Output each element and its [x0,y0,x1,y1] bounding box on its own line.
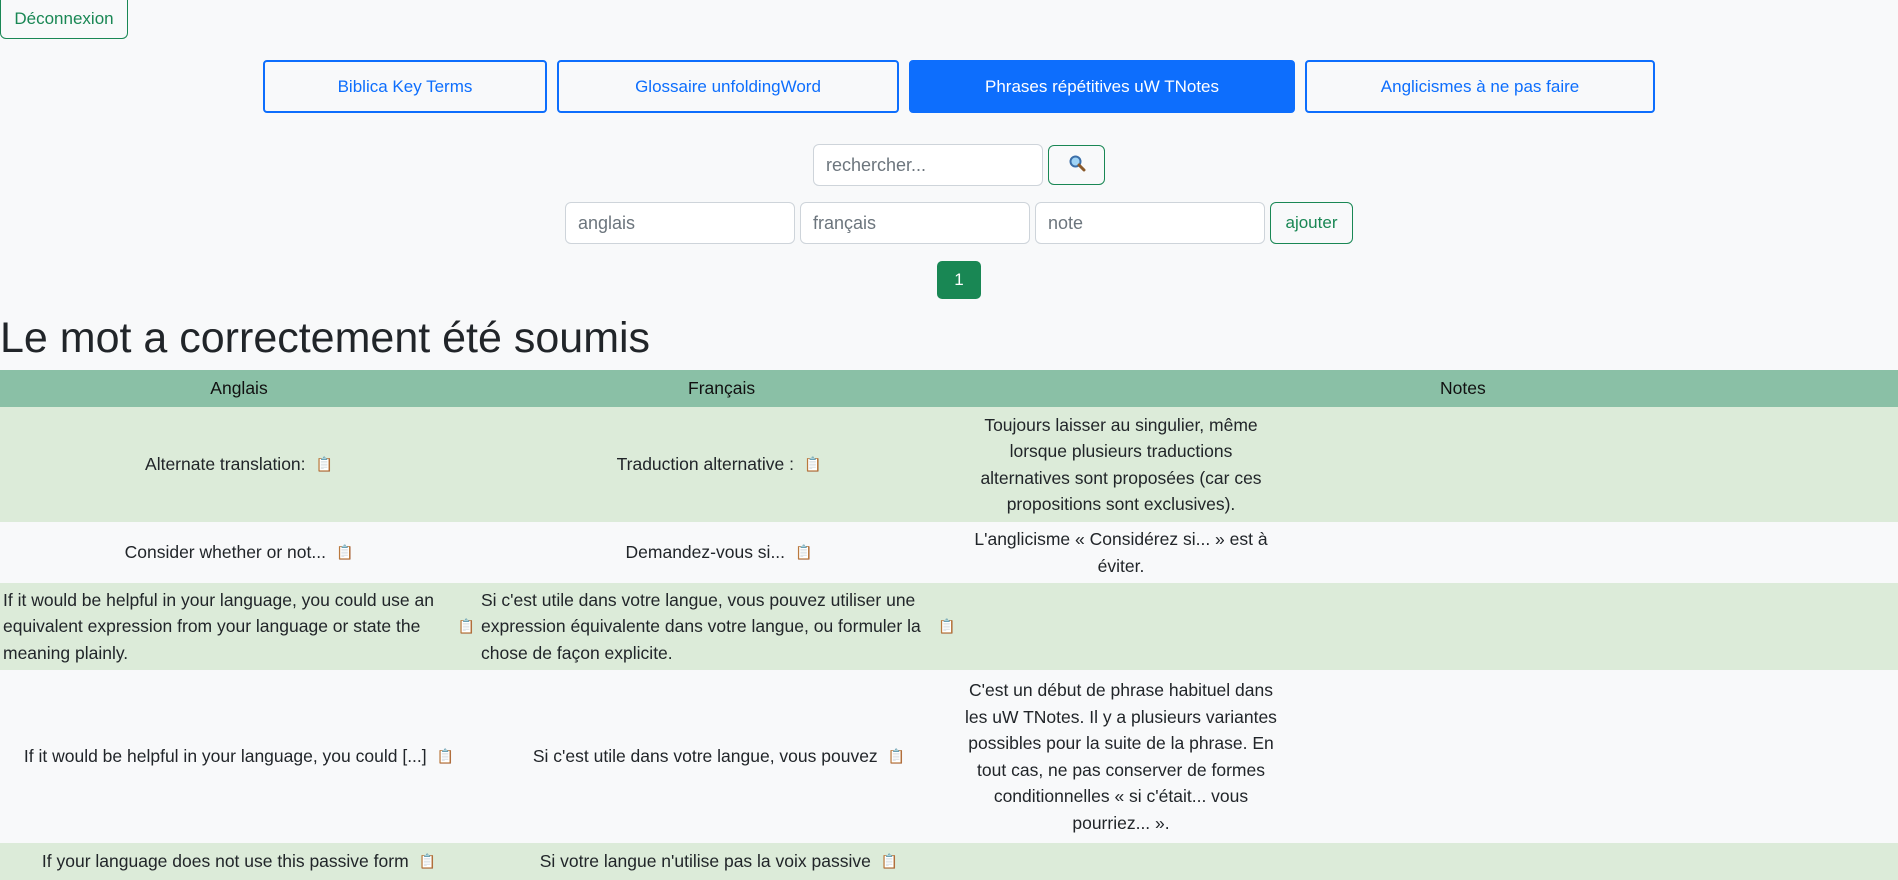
tab-phrases-repetitives[interactable]: Phrases répétitives uW TNotes [909,60,1295,113]
cell-note [965,843,1277,880]
cell-english: If your language does not use this passi… [0,843,478,880]
search-button[interactable] [1048,145,1105,185]
clipboard-icon[interactable]: 📋 [938,618,955,635]
clipboard-icon[interactable]: 📋 [419,853,436,870]
cell-english: Consider whether or not... 📋 [0,522,478,583]
french-text: Si votre langue n'utilise pas la voix pa… [539,851,871,871]
note-text: Toujours laisser au singulier, même lors… [980,414,1262,515]
note-input[interactable] [1035,202,1265,244]
cell-note: C'est un début de phrase habituel dans l… [965,670,1277,843]
table-row: If your language does not use this passi… [0,843,1898,880]
cell-french: Si c'est utile dans votre langue, vous p… [481,583,963,670]
cell-note: Toujours laisser au singulier, même lors… [965,407,1277,522]
table-header-row: Anglais Français Notes [0,370,1898,407]
clipboard-icon[interactable]: 📋 [795,544,812,561]
terms-table: Anglais Français Notes [0,370,1898,407]
cell-english: If it would be helpful in your language,… [0,670,478,843]
cell-french: Traduction alternative : 📋 [478,407,960,522]
cell-english: Alternate translation: 📋 [0,407,478,522]
clipboard-icon[interactable]: 📋 [888,748,905,765]
english-input[interactable] [565,202,795,244]
note-text: C'est un début de phrase habituel dans l… [965,680,1277,833]
table-row: If it would be helpful in your language,… [0,583,1898,670]
cell-french: Si votre langue n'utilise pas la voix pa… [478,843,960,880]
english-text: Consider whether or not... [124,542,326,562]
table-row: Alternate translation: 📋 Traduction alte… [0,407,1898,522]
pagination-page-1[interactable]: 1 [937,261,981,299]
header-french: Français [688,378,756,398]
table-row: If it would be helpful in your language,… [0,670,1898,843]
cell-note [965,583,1277,670]
french-text: Si c'est utile dans votre langue, vous p… [481,589,921,663]
cell-english: If it would be helpful in your language,… [3,583,475,670]
tab-biblica-key-terms[interactable]: Biblica Key Terms [263,60,547,113]
cell-french: Si c'est utile dans votre langue, vous p… [478,670,960,843]
cell-note: L'anglicisme « Considérez si... » est à … [965,522,1277,583]
english-text: If your language does not use this passi… [41,851,409,871]
french-text: Traduction alternative : [616,454,794,474]
header-english: Anglais [210,378,268,398]
clipboard-icon[interactable]: 📋 [804,456,821,473]
cell-french: Demandez-vous si... 📋 [478,522,960,583]
search-input[interactable] [813,144,1043,186]
french-input[interactable] [800,202,1030,244]
clipboard-icon[interactable]: 📋 [336,544,353,561]
add-button[interactable]: ajouter [1270,202,1353,244]
success-message: Le mot a correctement été soumis [0,314,651,362]
table-row: Consider whether or not... 📋 Demandez-vo… [0,522,1898,583]
french-text: Si c'est utile dans votre langue, vous p… [532,746,878,766]
clipboard-icon[interactable]: 📋 [881,853,898,870]
tab-anglicismes[interactable]: Anglicismes à ne pas faire [1305,60,1655,113]
search-icon [1068,155,1086,176]
header-empty [1718,370,1898,407]
clipboard-icon[interactable]: 📋 [316,456,333,473]
english-text: If it would be helpful in your language,… [3,589,434,663]
tab-glossaire-unfoldingword[interactable]: Glossaire unfoldingWord [557,60,899,113]
logout-button[interactable]: Déconnexion [0,0,128,39]
english-text: If it would be helpful in your language,… [23,746,427,766]
french-text: Demandez-vous si... [625,542,786,562]
english-text: Alternate translation: [145,454,306,474]
clipboard-icon[interactable]: 📋 [458,618,475,635]
header-notes: Notes [1440,378,1486,398]
clipboard-icon[interactable]: 📋 [437,748,454,765]
note-text: L'anglicisme « Considérez si... » est à … [974,529,1268,576]
